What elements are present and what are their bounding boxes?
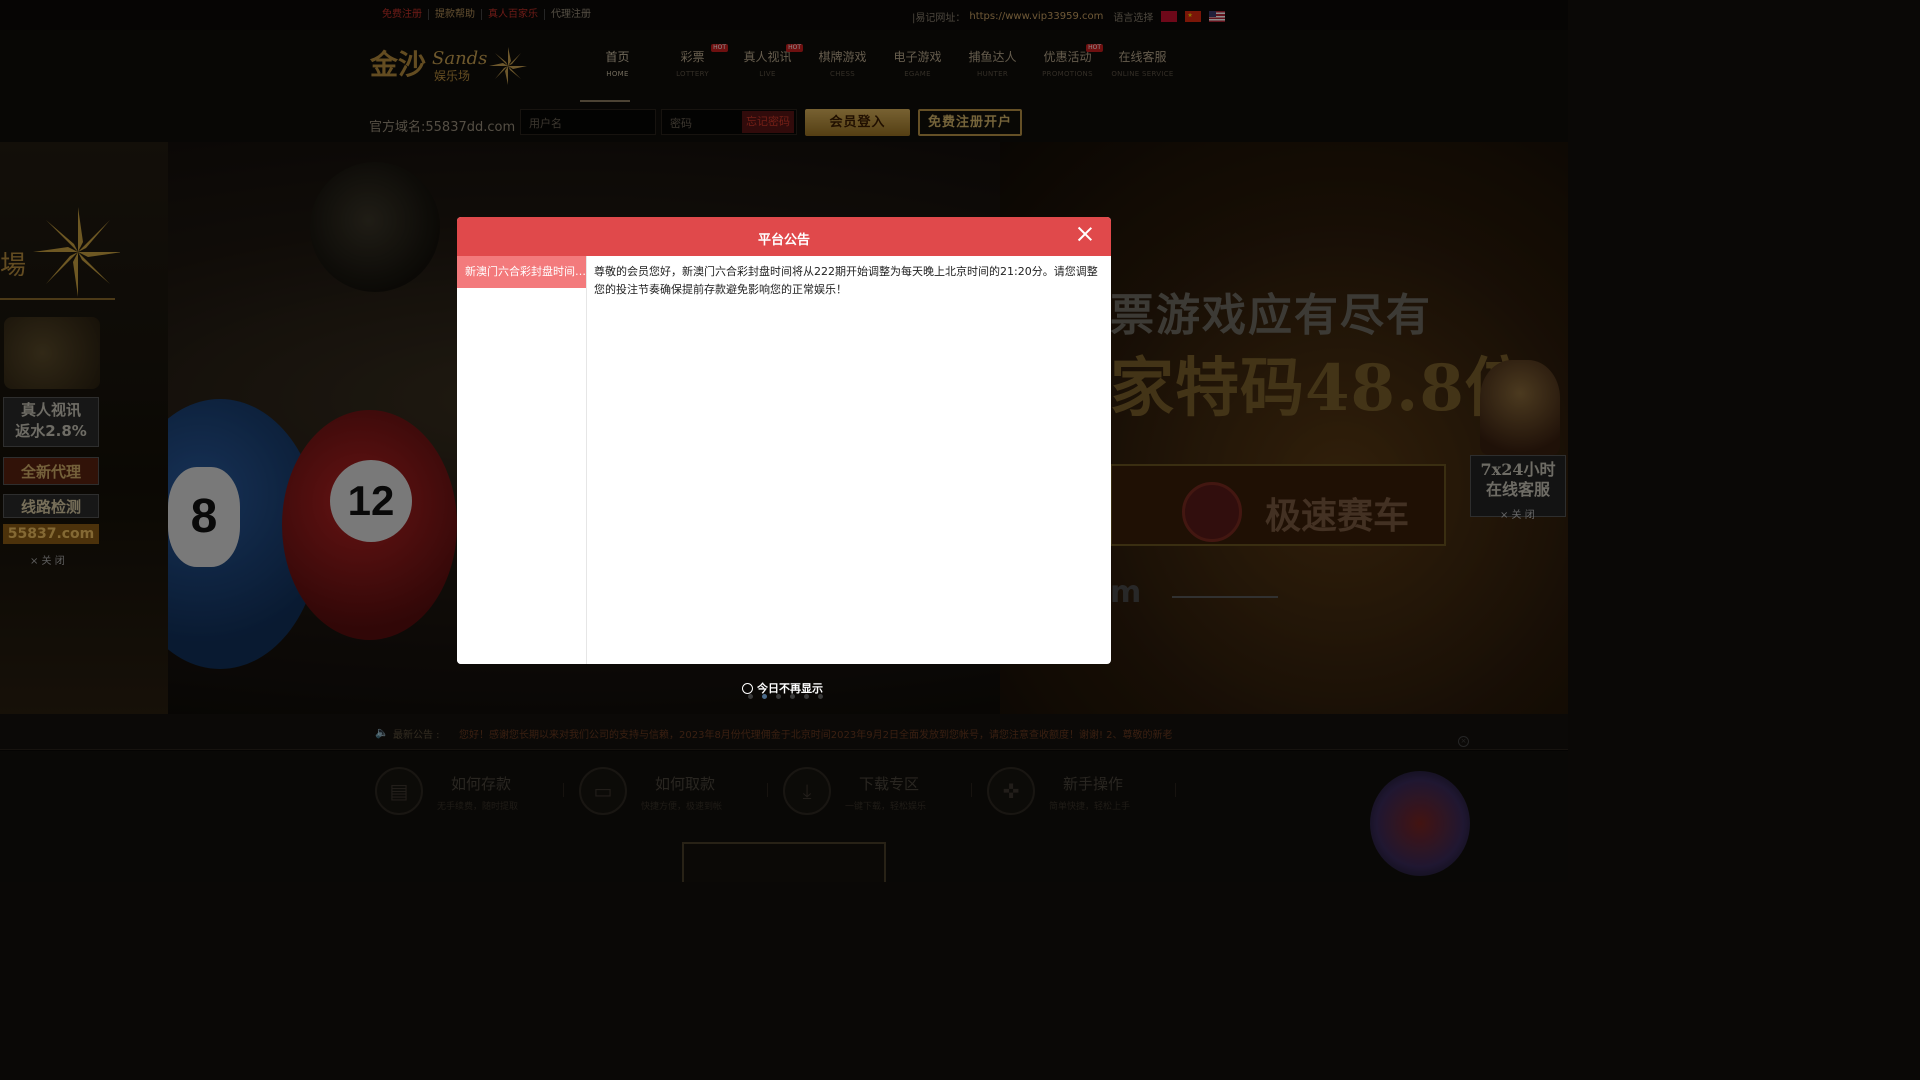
- announcement-content: 尊敬的会员您好，新澳门六合彩封盘时间将从222期开始调整为每天晚上北京时间的21…: [594, 265, 1098, 296]
- radio-icon[interactable]: [742, 682, 753, 694]
- carousel-dots: [748, 694, 823, 699]
- announcement-list: 新澳门六合彩封盘时间调整: [457, 256, 587, 664]
- announcement-list-item[interactable]: 新澳门六合彩封盘时间调整: [457, 256, 586, 288]
- carousel-dot[interactable]: [818, 694, 823, 699]
- announcement-modal: 平台公告 新澳门六合彩封盘时间调整 尊敬的会员您好，新澳门六合彩封盘时间将从22…: [457, 217, 1111, 664]
- carousel-dot[interactable]: [762, 694, 767, 699]
- close-icon[interactable]: [1077, 226, 1093, 242]
- carousel-dot[interactable]: [804, 694, 809, 699]
- carousel-dot[interactable]: [790, 694, 795, 699]
- modal-title: 平台公告: [757, 233, 810, 248]
- modal-header: 平台公告: [457, 217, 1111, 256]
- carousel-dot[interactable]: [776, 694, 781, 699]
- carousel-dot[interactable]: [748, 694, 753, 699]
